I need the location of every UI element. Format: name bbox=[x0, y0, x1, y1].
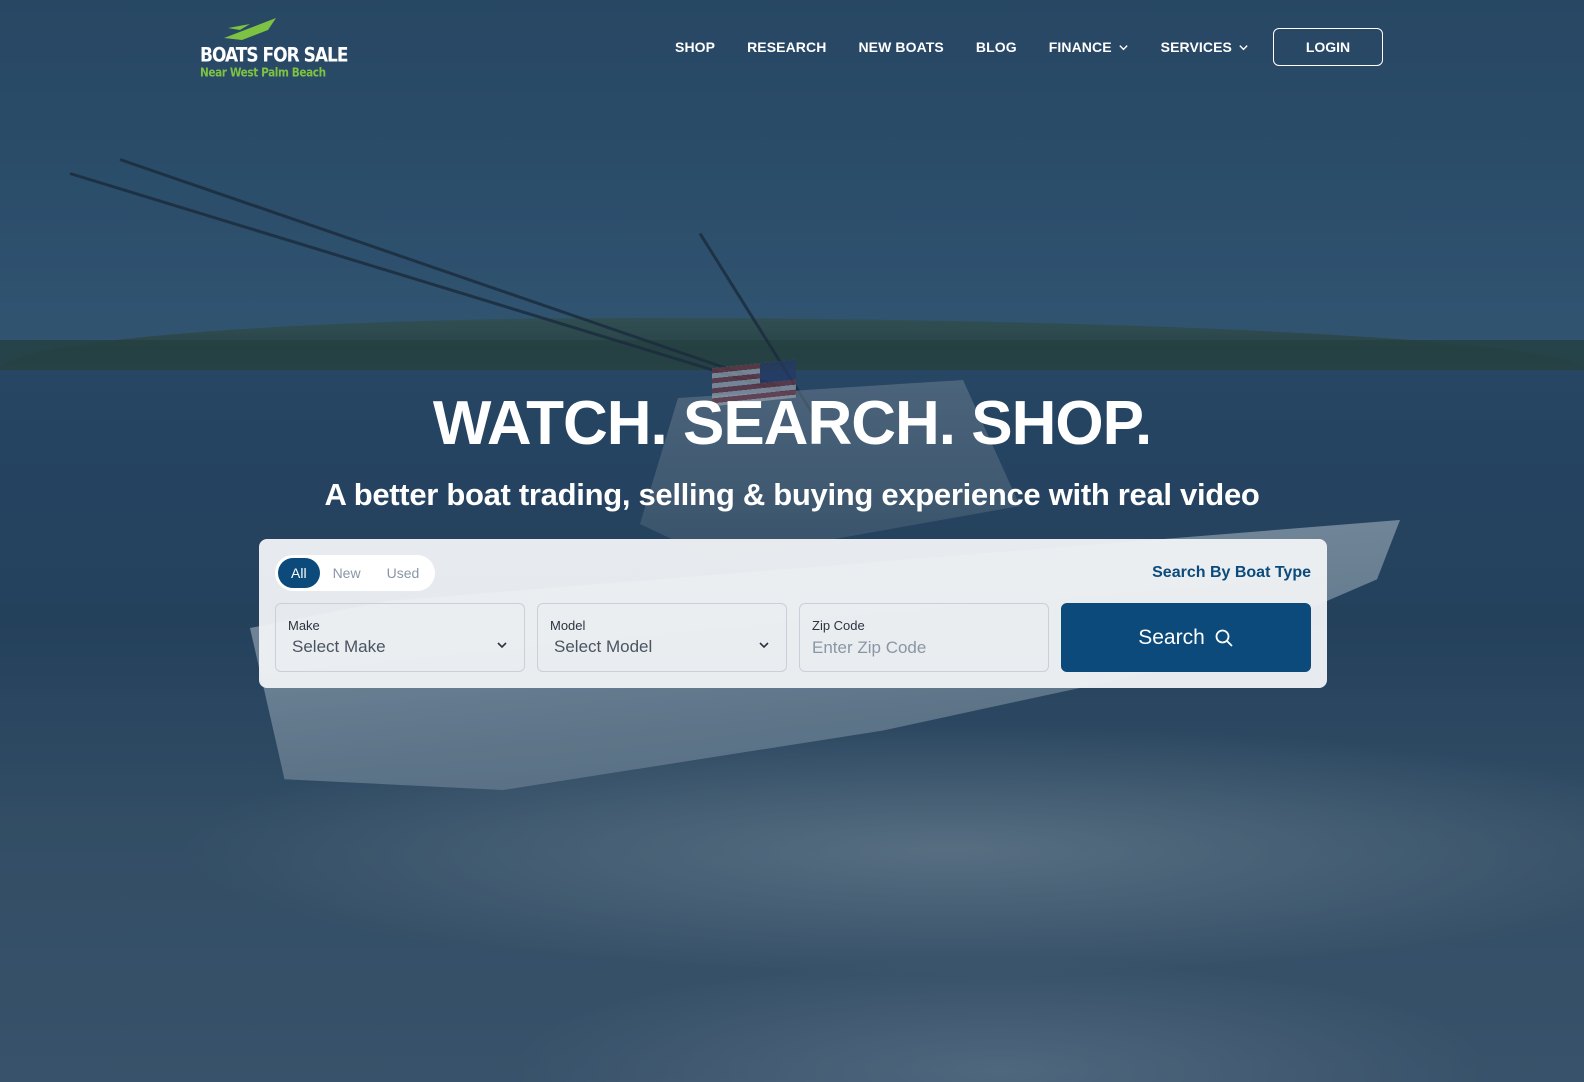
toggle-used[interactable]: Used bbox=[374, 558, 433, 588]
condition-toggle-group: All New Used bbox=[275, 555, 435, 591]
hero-subtitle: A better boat trading, selling & buying … bbox=[324, 477, 1260, 512]
zip-code-label: Zip Code bbox=[812, 618, 865, 633]
hero-title: WATCH. SEARCH. SHOP. bbox=[432, 389, 1152, 458]
search-icon bbox=[1215, 629, 1233, 647]
search-button-label: Search bbox=[1138, 625, 1205, 649]
model-value: Select Model bbox=[554, 637, 653, 656]
nav-new-boats-label: NEW BOATS bbox=[858, 39, 944, 55]
chevron-down-icon bbox=[759, 642, 769, 649]
nav-finance-label: FINANCE bbox=[1048, 39, 1112, 55]
nav-research[interactable]: RESEARCH bbox=[747, 39, 826, 55]
make-select[interactable]: Make Select Make bbox=[275, 603, 525, 672]
nav-shop[interactable]: SHOP bbox=[675, 39, 715, 55]
nav-blog-label: BLOG bbox=[975, 39, 1017, 55]
nav-blog[interactable]: BLOG bbox=[976, 39, 1017, 55]
logo-title: BOATS FOR SALE bbox=[200, 44, 348, 67]
zip-code-field: Zip Code bbox=[799, 603, 1049, 672]
nav-shop-label: SHOP bbox=[675, 39, 716, 55]
nav-services[interactable]: SERVICES bbox=[1161, 39, 1249, 55]
make-value: Select Make bbox=[292, 637, 386, 656]
chevron-down-icon bbox=[1118, 44, 1128, 50]
chevron-down-icon bbox=[497, 642, 507, 649]
model-select[interactable]: Model Select Model bbox=[537, 603, 787, 672]
zip-code-input[interactable] bbox=[812, 636, 1032, 660]
toggle-all[interactable]: All bbox=[278, 558, 320, 588]
chevron-down-icon bbox=[1239, 44, 1248, 50]
model-label: Model bbox=[550, 618, 586, 633]
make-label: Make bbox=[288, 618, 320, 633]
search-by-boat-type-link[interactable]: Search By Boat Type bbox=[1152, 564, 1311, 582]
nav-research-label: RESEARCH bbox=[747, 39, 827, 55]
search-panel: All New Used Search By Boat Type Make Se… bbox=[259, 539, 1327, 688]
logo-subtitle: Near West Palm Beach bbox=[200, 66, 326, 80]
nav-finance[interactable]: FINANCE bbox=[1049, 39, 1129, 55]
search-button[interactable]: Search bbox=[1061, 603, 1311, 672]
site-logo[interactable]: BOATS FOR SALE Near West Palm Beach bbox=[200, 16, 348, 82]
nav-new-boats[interactable]: NEW BOATS bbox=[858, 39, 943, 55]
login-button[interactable]: LOGIN bbox=[1273, 28, 1383, 66]
main-navigation: SHOP RESEARCH NEW BOATS BLOG FINANCE SER… bbox=[675, 29, 1281, 65]
nav-services-label: SERVICES bbox=[1160, 39, 1232, 55]
toggle-new[interactable]: New bbox=[320, 558, 374, 588]
logo-boat-icon bbox=[224, 18, 276, 40]
